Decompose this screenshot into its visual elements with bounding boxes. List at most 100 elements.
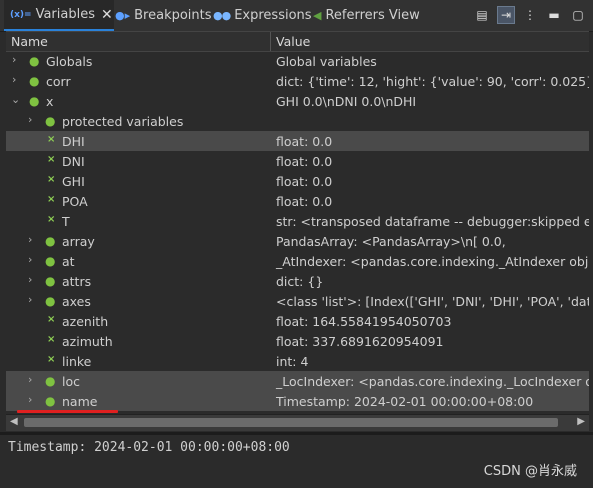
field-icon: × [47,174,56,185]
tree-row-globals[interactable]: › ● Globals Global variables [6,51,589,71]
chevron-right-icon[interactable]: › [28,393,32,406]
scrollbar-thumb[interactable] [24,418,558,427]
row-value: dict: {'time': 12, 'hight': {'value': 90… [276,74,589,89]
chevron-right-icon[interactable]: › [12,53,16,66]
chevron-right-icon[interactable]: › [28,113,32,126]
row-name: attrs [62,274,92,289]
tab-breakpoints[interactable]: ●▸ Breakpoints [115,0,212,31]
tree-row-ghi[interactable]: × GHI float: 0.0 [6,171,589,191]
chevron-right-icon[interactable]: › [28,233,32,246]
field-icon: × [47,314,56,325]
row-name: azimuth [62,334,113,349]
row-name: array [62,234,95,249]
collapse-all-icon[interactable]: ▤ [473,6,491,24]
row-value: _LocIndexer: <pandas.core.indexing._LocI… [276,374,589,389]
tree-row-name[interactable]: › ● name Timestamp: 2024-02-01 00:00:00+… [6,391,589,411]
row-name: at [62,254,75,269]
maximize-icon[interactable]: ▢ [569,6,587,24]
chevron-right-icon[interactable]: › [28,293,32,306]
row-name: DHI [62,134,85,149]
row-name: name [62,394,98,409]
field-icon: × [47,334,56,345]
row-value: Global variables [276,54,377,69]
tree-row-poa[interactable]: × POA float: 0.0 [6,191,589,211]
chevron-right-icon[interactable]: › [28,373,32,386]
row-value: int: 4 [276,354,309,369]
column-header-name[interactable]: Name [11,34,48,49]
chevron-right-icon[interactable]: › [12,73,16,86]
green-dot-icon: ● [45,394,56,408]
row-name: axes [62,294,91,309]
tree-row-azenith[interactable]: × azenith float: 164.55841954050703 [6,311,589,331]
green-dot-icon: ● [45,234,56,248]
minimize-icon[interactable]: ▬ [545,6,563,24]
row-name: POA [62,194,88,209]
row-value: float: 0.0 [276,174,333,189]
tree-row-x[interactable]: ⌄ ● x GHI 0.0\nDNI 0.0\nDHI [6,91,589,111]
tree-row-array[interactable]: › ● array PandasArray: <PandasArray>\n[ … [6,231,589,251]
green-dot-icon: ● [45,374,56,388]
breakpoints-icon: ●▸ [115,9,131,22]
row-value: dict: {} [276,274,324,289]
tab-expressions[interactable]: ●● Expressions [213,0,312,31]
detail-text: Timestamp: 2024-02-01 00:00:00+08:00 [8,440,290,455]
scroll-right-icon[interactable]: ▶ [577,416,585,427]
chevron-down-icon[interactable]: ⌄ [11,93,20,106]
field-icon: × [47,214,56,225]
view-menu-icon[interactable]: ⋮ [521,6,539,24]
tab-expressions-label: Expressions [234,8,312,23]
tree-row-linke[interactable]: × linke int: 4 [6,351,589,371]
table-header: Name Value [6,31,589,52]
tree-row-protected-variables[interactable]: › ● protected variables [6,111,589,131]
row-name: loc [62,374,80,389]
tree-row-corr[interactable]: › ● corr dict: {'time': 12, 'hight': {'v… [6,71,589,91]
row-value: float: 0.0 [276,134,333,149]
row-value: float: 0.0 [276,154,333,169]
row-name: corr [46,74,71,89]
show-columns-icon[interactable]: ⇥ [497,6,515,24]
green-dot-icon: ● [29,94,40,108]
row-name: Globals [46,54,93,69]
green-dot-icon: ● [45,274,56,288]
tree-row-loc[interactable]: › ● loc _LocIndexer: <pandas.core.indexi… [6,371,589,391]
row-value: <class 'list'>: [Index(['GHI', 'DNI', 'D… [276,294,589,309]
row-value: float: 164.55841954050703 [276,314,452,329]
green-dot-icon: ● [29,74,40,88]
column-header-value[interactable]: Value [276,34,310,49]
tree-row-attrs[interactable]: › ● attrs dict: {} [6,271,589,291]
row-value: float: 0.0 [276,194,333,209]
row-name: T [62,214,70,229]
red-underline-annotation [17,410,118,413]
scroll-left-icon[interactable]: ◀ [10,416,18,427]
chevron-right-icon[interactable]: › [28,273,32,286]
field-icon: × [47,194,56,205]
field-icon: × [47,154,56,165]
expressions-icon: ●● [213,9,231,22]
row-value: Timestamp: 2024-02-01 00:00:00+08:00 [276,394,534,409]
row-name: protected variables [62,114,184,129]
row-name: x [46,94,54,109]
row-name: linke [62,354,92,369]
tree-row-azimuth[interactable]: × azimuth float: 337.6891620954091 [6,331,589,351]
view-tab-bar: (x)= Variables ✕ ●▸ Breakpoints ●● Expre… [0,0,593,32]
tree-row-at[interactable]: › ● at _AtIndexer: <pandas.core.indexing… [6,251,589,271]
tab-variables[interactable]: (x)= Variables ✕ [4,0,114,31]
variables-icon: (x)= [10,9,32,20]
row-value: _AtIndexer: <pandas.core.indexing._AtInd… [276,254,589,269]
close-icon[interactable]: ✕ [101,7,113,23]
row-value: GHI 0.0\nDNI 0.0\nDHI [276,94,417,109]
tree-row-axes[interactable]: › ● axes <class 'list'>: [Index(['GHI', … [6,291,589,311]
row-value: PandasArray: <PandasArray>\n[ 0.0, [276,234,506,249]
referrers-icon: ◀ [313,9,322,22]
column-separator[interactable] [270,32,271,51]
row-value: float: 337.6891620954091 [276,334,444,349]
chevron-right-icon[interactable]: › [28,253,32,266]
tree-row-t[interactable]: × T str: <transposed dataframe -- debugg… [6,211,589,231]
row-name: GHI [62,174,85,189]
tree-row-dni[interactable]: × DNI float: 0.0 [6,151,589,171]
row-name: azenith [62,314,109,329]
horizontal-scrollbar[interactable]: ◀ ▶ [6,414,589,431]
tree-row-dhi[interactable]: × DHI float: 0.0 [6,131,589,151]
tab-referrers-view[interactable]: ◀ Referrers View [313,0,420,31]
green-dot-icon: ● [45,294,56,308]
